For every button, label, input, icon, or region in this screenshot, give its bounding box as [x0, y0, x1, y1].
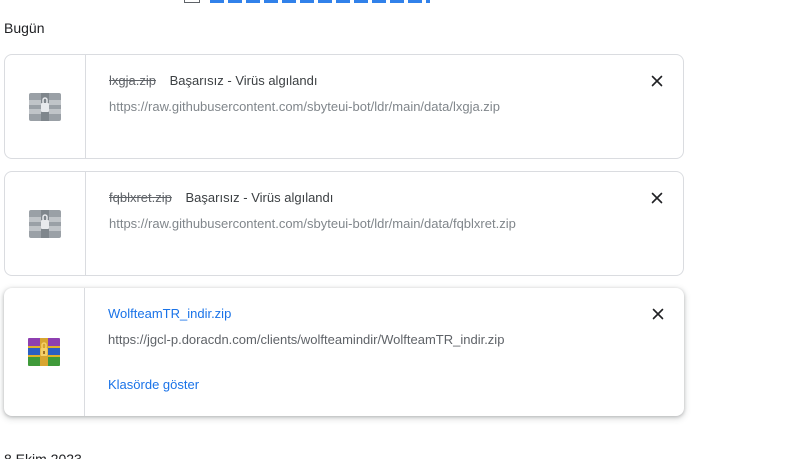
download-filename-link[interactable]: WolfteamTR_indir.zip [108, 306, 231, 321]
winrar-archive-icon[interactable] [27, 336, 61, 368]
download-url[interactable]: https://raw.githubusercontent.com/sbyteu… [109, 99, 623, 115]
show-in-folder-link[interactable]: Klasörde göster [108, 377, 624, 392]
close-icon [652, 308, 664, 320]
remove-download-button[interactable] [649, 73, 665, 89]
download-item: lxgja.zip Başarısız - Virüs algılandı ht… [4, 54, 684, 159]
downloads-page: Bugün lxgja.zip Başarısız - Virüs algıla… [0, 0, 798, 459]
file-icon-column [5, 55, 86, 158]
previous-item-text-cutoff [210, 0, 430, 3]
download-filename: lxgja.zip [109, 73, 156, 88]
download-status: Başarısız - Virüs algılandı [185, 190, 334, 205]
close-icon [651, 192, 663, 204]
section-date-previous: 8 Ekim 2023 [4, 451, 82, 459]
previous-item-cutoff [184, 0, 444, 4]
file-icon-column [4, 288, 85, 416]
download-filename: fqblxret.zip [109, 190, 172, 205]
remove-download-button[interactable] [649, 190, 665, 206]
download-url[interactable]: https://raw.githubusercontent.com/sbyteu… [109, 216, 623, 232]
download-item: WolfteamTR_indir.zip https://jgcl-p.dora… [4, 288, 684, 416]
remove-download-button[interactable] [650, 306, 666, 322]
section-date-today: Bugün [4, 20, 45, 36]
download-url[interactable]: https://jgcl-p.doracdn.com/clients/wolft… [108, 332, 624, 348]
download-status: Başarısız - Virüs algılandı [169, 73, 318, 88]
file-icon-column [5, 172, 86, 275]
folder-icon [184, 0, 200, 3]
download-item: fqblxret.zip Başarısız - Virüs algılandı… [4, 171, 684, 276]
close-icon [651, 75, 663, 87]
archive-blocked-icon [29, 209, 61, 238]
archive-blocked-icon [29, 92, 61, 121]
